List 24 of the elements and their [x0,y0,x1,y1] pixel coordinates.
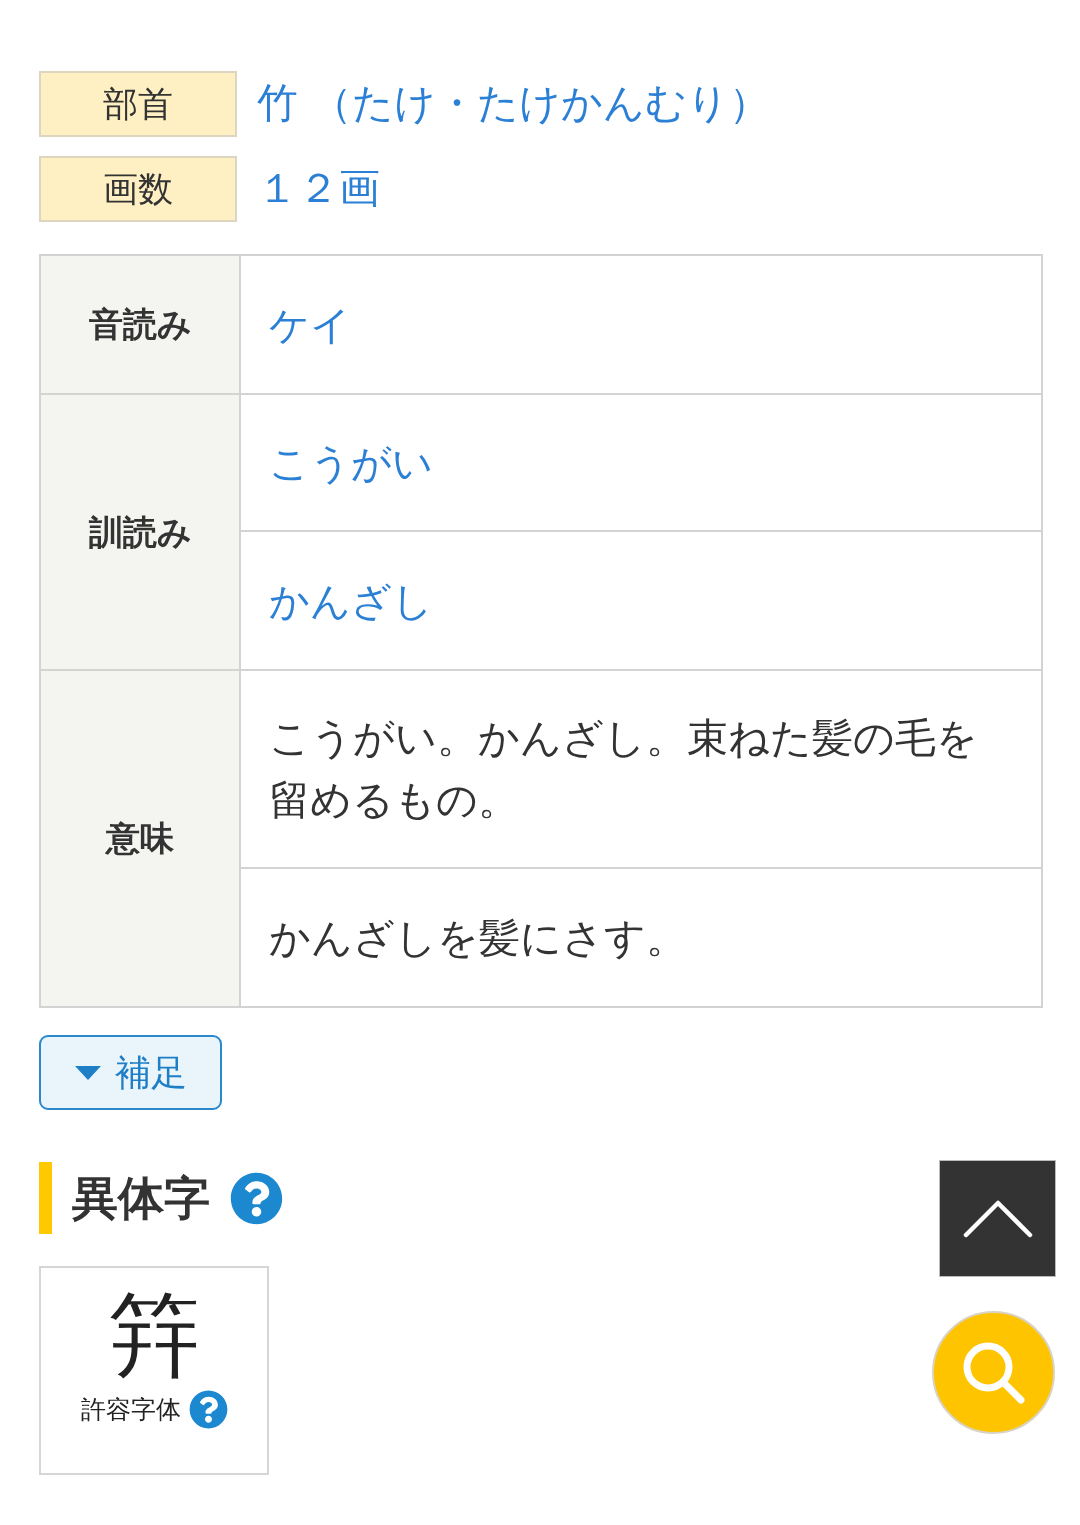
info-value-link[interactable]: 竹 （たけ・たけかんむり） [257,73,771,135]
supplement-toggle-button[interactable]: 補足 [39,1035,222,1110]
table-header-cell: 音読み [41,256,241,393]
reading-link[interactable]: こうがい [269,431,433,494]
meaning-text: こうがい。かんざし。束ねた髪の毛を留めるもの。 [269,713,979,826]
caret-down-icon [74,1065,101,1080]
section-accent-bar [39,1162,52,1234]
help-icon[interactable] [230,1171,283,1225]
info-label: 部首 [39,71,237,137]
reading-link[interactable]: かんざし [269,569,433,632]
variant-caption: 許容字体 [80,1393,181,1426]
chevron-up-icon [962,1199,1033,1238]
info-label: 画数 [39,156,237,222]
search-icon [962,1341,1025,1404]
back-to-top-button[interactable] [939,1160,1056,1277]
info-value-link[interactable]: １２画 [257,158,380,220]
variant-character: 筓 [108,1286,200,1386]
variant-card[interactable]: 筓 許容字体 [39,1266,269,1475]
reading-link[interactable]: ケイ [269,293,351,356]
section-title: 異体字 [72,1169,210,1227]
help-icon[interactable] [188,1390,228,1429]
meaning-text: かんざしを髪にさす。 [269,912,687,964]
table-header-cell: 訓読み [41,395,241,669]
table-header-cell: 意味 [41,671,241,1006]
